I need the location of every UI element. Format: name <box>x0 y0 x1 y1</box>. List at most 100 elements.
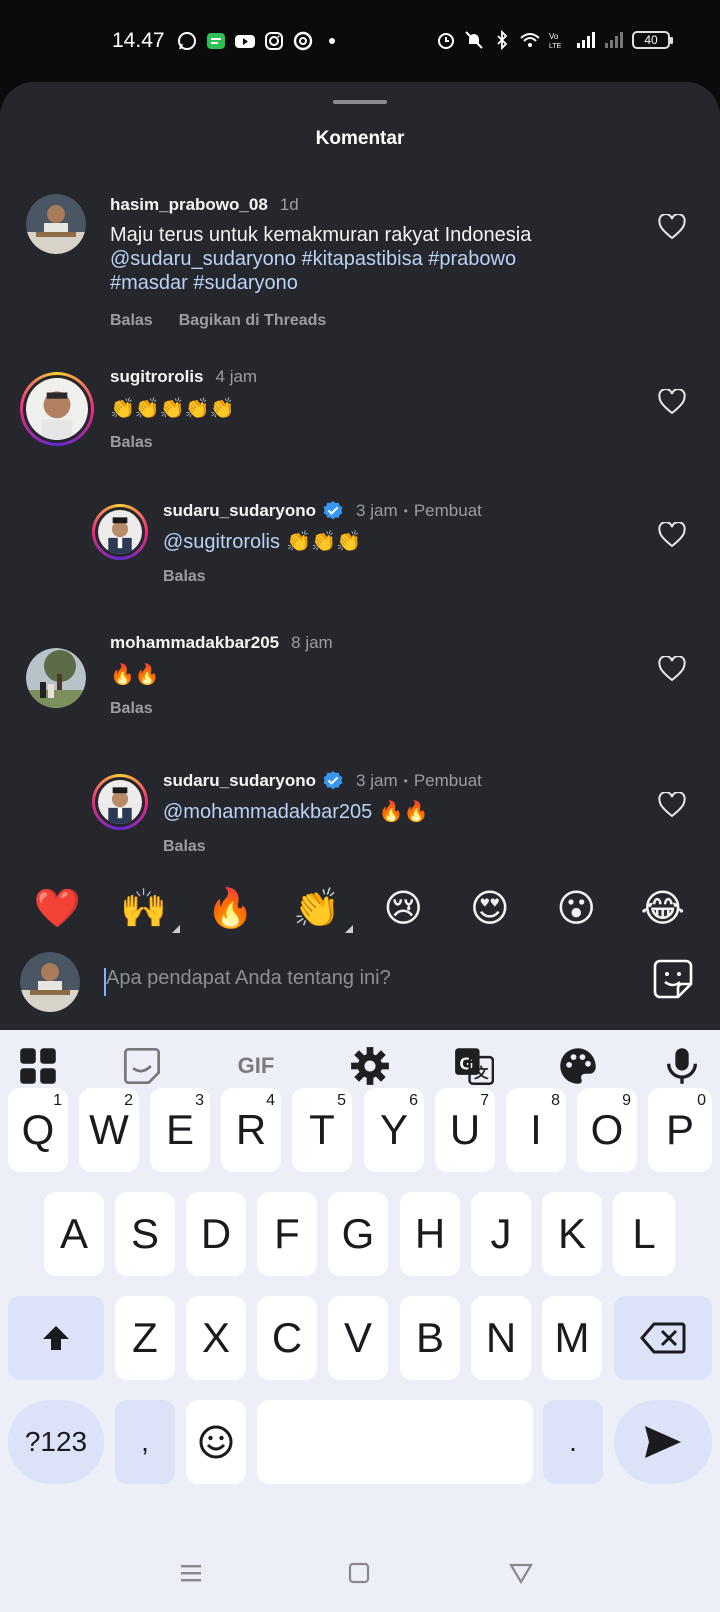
microphone-icon[interactable] <box>662 1046 702 1086</box>
key-h[interactable]: H <box>400 1192 460 1276</box>
reply-button[interactable]: Balas <box>163 838 206 856</box>
like-heart-icon[interactable] <box>658 214 686 240</box>
key-a[interactable]: A <box>44 1192 104 1276</box>
key-q[interactable]: Q1 <box>8 1088 68 1172</box>
wifi-icon <box>520 33 540 47</box>
backspace-key[interactable] <box>614 1296 712 1380</box>
key-r[interactable]: R4 <box>221 1088 281 1172</box>
share-threads-button[interactable]: Bagikan di Threads <box>179 312 327 330</box>
comment-username[interactable]: sudaru_sudaryono <box>163 771 316 791</box>
translate-icon[interactable]: G文 <box>454 1046 494 1086</box>
avatar-story-ring[interactable] <box>92 774 148 830</box>
symbols-key[interactable]: ?123 <box>8 1400 104 1484</box>
reply-button[interactable]: Balas <box>110 700 153 718</box>
key-m[interactable]: M <box>542 1296 602 1380</box>
key-j[interactable]: J <box>471 1192 531 1276</box>
gif-button[interactable]: GIF <box>226 1046 286 1086</box>
key-hint: 4 <box>266 1092 275 1109</box>
key-b[interactable]: B <box>400 1296 460 1380</box>
key-w[interactable]: W2 <box>79 1088 139 1172</box>
key-label: T <box>309 1106 335 1153</box>
key-n[interactable]: N <box>471 1296 531 1380</box>
avatar[interactable] <box>26 648 86 708</box>
comment-mention[interactable]: @mohammadakbar205 <box>163 801 372 823</box>
sticker-icon[interactable] <box>652 958 694 1000</box>
key-o[interactable]: O9 <box>577 1088 637 1172</box>
key-hint: 3 <box>195 1092 204 1109</box>
send-key[interactable] <box>614 1400 712 1484</box>
avatar-story-ring[interactable] <box>20 372 94 446</box>
settings-gear-icon[interactable] <box>350 1046 390 1086</box>
key-v[interactable]: V <box>328 1296 388 1380</box>
apps-grid-icon[interactable] <box>18 1046 58 1086</box>
like-heart-icon[interactable] <box>658 389 686 415</box>
status-time: 14.47 <box>112 29 165 52</box>
emoji-surprised-button[interactable]: 😮 <box>548 886 604 930</box>
comment-hashtags-line[interactable]: #masdar #sudaryono <box>110 271 650 295</box>
key-label: A <box>59 1210 88 1257</box>
key-f[interactable]: F <box>257 1192 317 1276</box>
back-icon[interactable] <box>508 1560 534 1586</box>
verified-badge-icon <box>323 501 343 520</box>
key-label: Y <box>379 1106 408 1153</box>
key-g[interactable]: G <box>328 1192 388 1276</box>
key-l[interactable]: L <box>613 1192 675 1276</box>
sheet-drag-handle[interactable] <box>333 100 387 104</box>
key-z[interactable]: Z <box>115 1296 175 1380</box>
emoji-crying-button[interactable]: 😢 <box>375 886 431 930</box>
like-heart-icon[interactable] <box>658 656 686 682</box>
avatar[interactable] <box>26 194 86 254</box>
comment-input[interactable]: Apa pendapat Anda tentang ini? <box>106 967 391 990</box>
key-e[interactable]: E3 <box>150 1088 210 1172</box>
sheet-title: Komentar <box>315 128 405 149</box>
system-navigation-bar <box>0 1540 720 1612</box>
home-icon[interactable] <box>346 1560 372 1586</box>
shift-key[interactable] <box>8 1296 104 1380</box>
theme-palette-icon[interactable] <box>558 1046 598 1086</box>
emoji-key[interactable] <box>186 1400 246 1484</box>
comment-mention[interactable]: @sugitrorolis <box>163 531 280 553</box>
key-label: U <box>449 1106 481 1153</box>
emoji-heart-button[interactable]: ❤️ <box>29 886 85 931</box>
key-label: N <box>485 1314 517 1361</box>
sticker-keyboard-icon[interactable] <box>122 1046 162 1086</box>
key-p[interactable]: P0 <box>648 1088 712 1172</box>
comment-emoji-text: 🔥🔥 <box>372 799 429 823</box>
key-x[interactable]: X <box>186 1296 246 1380</box>
key-hint: 9 <box>622 1092 631 1109</box>
comma-key[interactable]: , <box>115 1400 175 1484</box>
recent-apps-icon[interactable] <box>178 1560 204 1586</box>
comment-username[interactable]: mohammadakbar205 <box>110 633 279 653</box>
key-hint: 6 <box>409 1092 418 1109</box>
emoji-laughing-button[interactable]: 😂 <box>635 886 691 930</box>
like-heart-icon[interactable] <box>658 792 686 818</box>
key-d[interactable]: D <box>186 1192 246 1276</box>
emoji-heart-eyes-button[interactable]: 😍 <box>462 886 518 930</box>
key-s[interactable]: S <box>115 1192 175 1276</box>
key-label: Q <box>21 1106 55 1153</box>
key-i[interactable]: I8 <box>506 1088 566 1172</box>
comment-text: 👏👏👏👏👏 <box>110 396 235 420</box>
key-label: J <box>490 1210 512 1257</box>
comment-hashtags-line[interactable]: @sudaru_sudaryono #kitapastibisa #prabow… <box>110 247 650 271</box>
reply-button[interactable]: Balas <box>110 434 153 452</box>
key-k[interactable]: K <box>542 1192 602 1276</box>
key-c[interactable]: C <box>257 1296 317 1380</box>
comment-username[interactable]: sudaru_sudaryono <box>163 501 316 521</box>
comment-username[interactable]: hasim_prabowo_08 <box>110 195 268 215</box>
key-label: L <box>632 1210 656 1257</box>
emoji-raised-hands-button[interactable]: 🙌 <box>116 886 180 933</box>
emoji-fire-button[interactable]: 🔥 <box>202 886 258 931</box>
spacebar-key[interactable] <box>257 1400 533 1484</box>
key-y[interactable]: Y6 <box>364 1088 424 1172</box>
emoji-clap-button[interactable]: 👏 <box>289 886 353 933</box>
comment-username[interactable]: sugitrorolis <box>110 367 204 387</box>
like-heart-icon[interactable] <box>658 522 686 548</box>
avatar-story-ring[interactable] <box>92 504 148 560</box>
period-key[interactable]: . <box>543 1400 603 1484</box>
avatar-photo <box>20 952 80 1012</box>
key-t[interactable]: T5 <box>292 1088 352 1172</box>
reply-button[interactable]: Balas <box>163 568 206 586</box>
key-u[interactable]: U7 <box>435 1088 495 1172</box>
reply-button[interactable]: Balas <box>110 312 153 330</box>
